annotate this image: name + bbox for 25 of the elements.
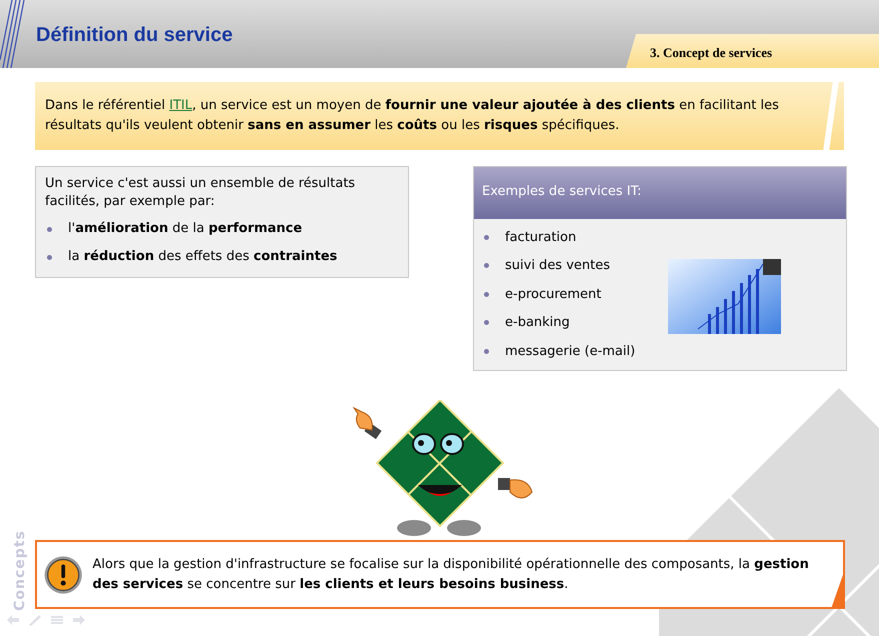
- list-item-text: messagerie (e-mail): [505, 342, 636, 360]
- page-title: Définition du service: [36, 23, 233, 48]
- bullet-icon: [484, 234, 489, 240]
- note-text: Alors que la gestion d'infrastructure se focalise sur la disponibilité opérationnelle des composants, la gestion des services se concentre sur les clients et leurs besoins business.: [92, 556, 810, 594]
- itil-link[interactable]: ITIL: [169, 98, 192, 113]
- list-item-text: facturation: [505, 228, 576, 246]
- back-arrow-icon[interactable]: [6, 614, 20, 626]
- pencil-icon[interactable]: [28, 614, 42, 626]
- list-item-text: e-procurement: [505, 286, 602, 304]
- bullet-icon: [484, 320, 489, 326]
- list-item-text: suivi des ventes: [505, 257, 610, 275]
- bullet-icon: [484, 292, 489, 297]
- bullet-icon: [47, 226, 52, 232]
- list-item-text: e-banking: [505, 314, 570, 332]
- panel-text: Un service c'est aussi un ensemble de résultats facilités, par exemple par:: [45, 175, 356, 211]
- bullet-icon: [484, 263, 489, 268]
- stripes-icon: [0, 0, 26, 68]
- list-item-text: l'amélioration de la performance: [68, 220, 302, 238]
- menu-icon[interactable]: [50, 614, 64, 626]
- forward-arrow-icon[interactable]: [72, 614, 86, 626]
- list-item-text: la réduction des effets des contraintes: [68, 248, 338, 266]
- panel-header: Exemples de services IT:: [474, 167, 846, 219]
- bullet-icon: [47, 254, 52, 260]
- intro-paragraph: Dans le référentiel ITIL, un service est un moyen de fournir une valeur ajoutée à des clients en facilitant les résultats qu'ils veulent obtenir sans en assumer les coûts ou les risques spécifiques.: [45, 97, 780, 135]
- bullet-icon: [484, 348, 489, 354]
